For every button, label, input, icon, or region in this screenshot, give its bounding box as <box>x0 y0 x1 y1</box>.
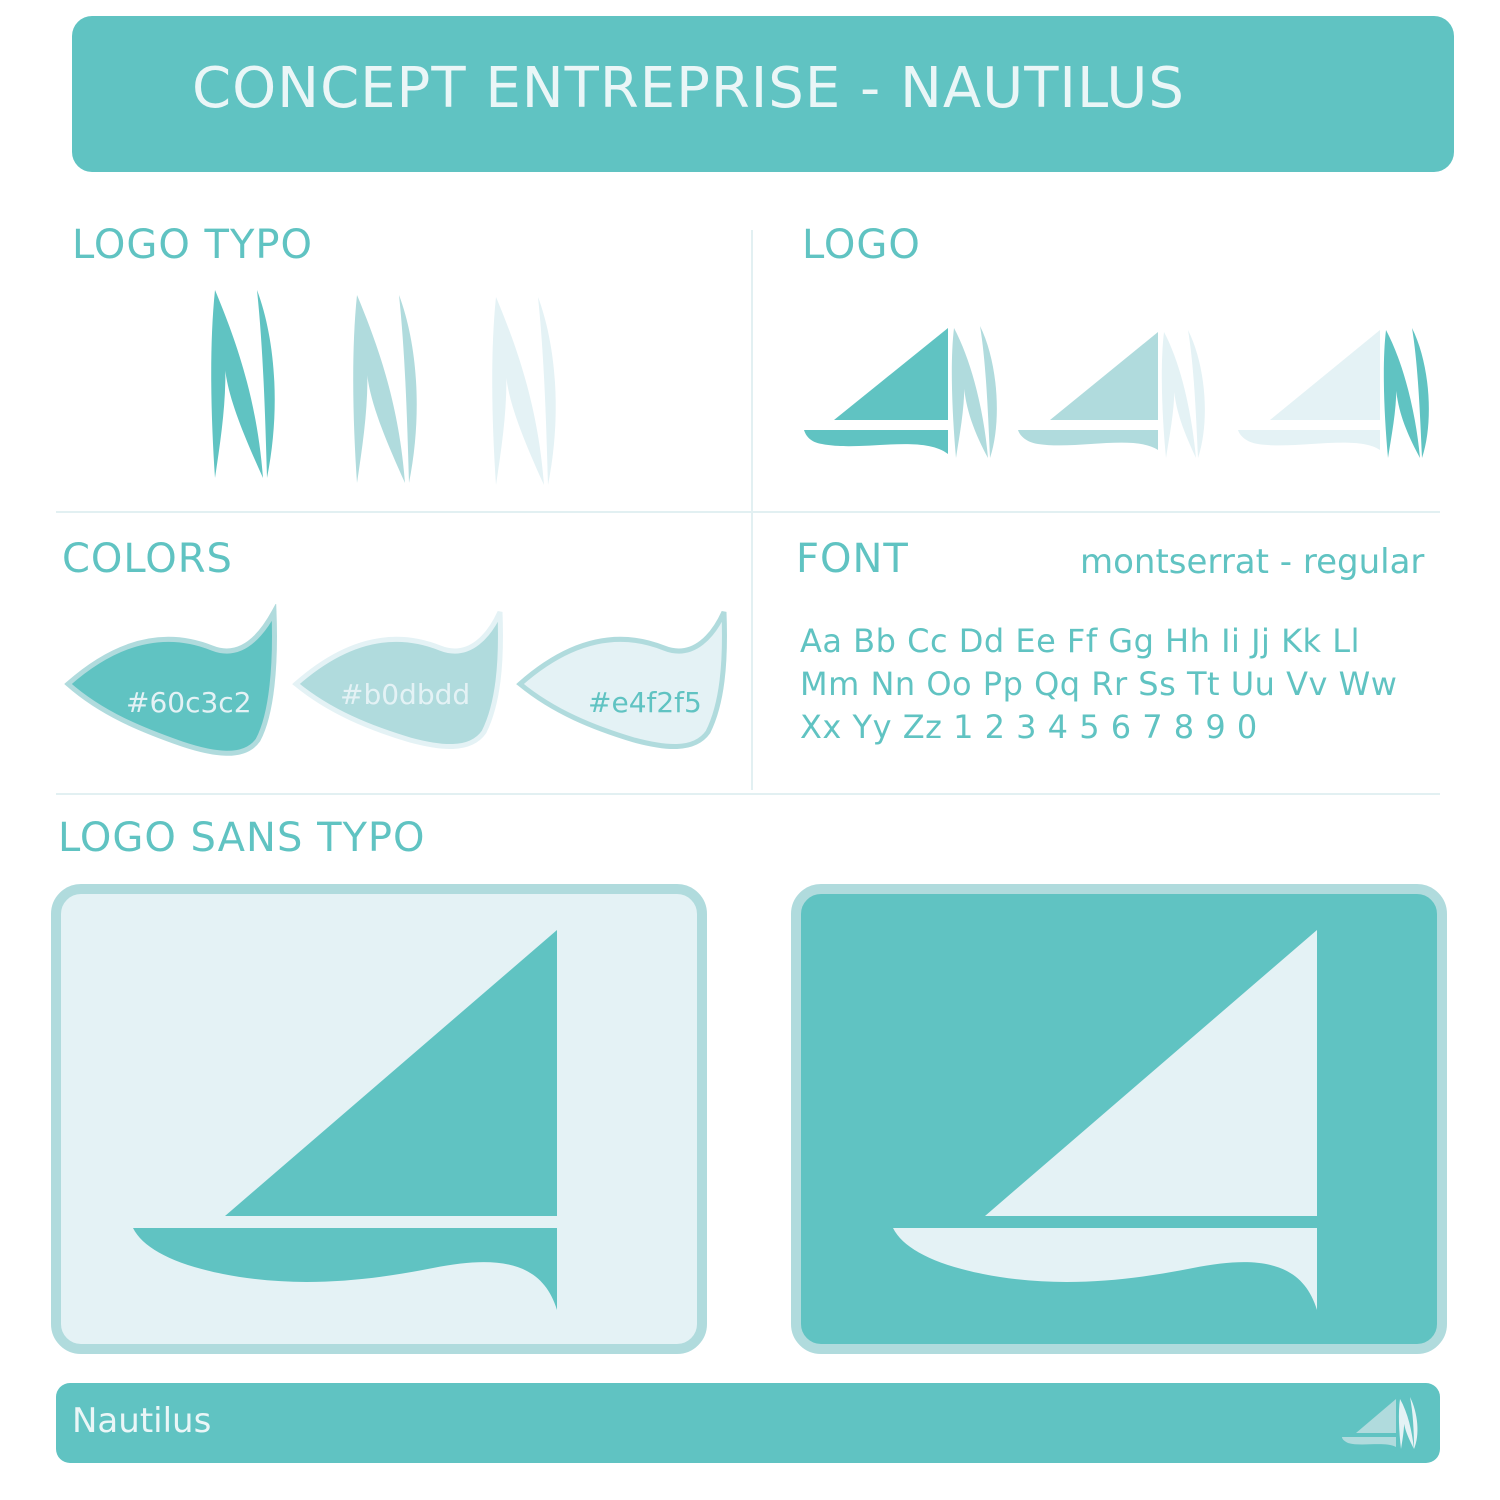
sailboat-logo-icon <box>804 326 997 458</box>
sailboat-logo-icon <box>1342 1397 1418 1449</box>
sailboat-logo-icon <box>1238 328 1429 458</box>
font-sample-line: Xx Yy Zz 1 2 3 4 5 6 7 8 9 0 <box>800 708 1258 746</box>
color-swatch-light <box>516 610 727 749</box>
font-sample-line: Aa Bb Cc Dd Ee Ff Gg Hh Ii Jj Kk Ll <box>800 622 1360 660</box>
sailboat-icon <box>893 930 1317 1310</box>
logo-card-light <box>51 884 707 1354</box>
vertical-divider <box>751 230 753 790</box>
section-title-logo-typo: LOGO TYPO <box>72 222 314 268</box>
color-swatch-primary <box>64 604 277 756</box>
color-swatch-label: #e4f2f5 <box>588 686 702 719</box>
section-title-logo-sans-typo: LOGO SANS TYPO <box>58 815 426 861</box>
footer-bar: Nautilus <box>56 1383 1440 1463</box>
section-title-colors: COLORS <box>62 536 233 582</box>
logo-letter-n-icon <box>492 297 556 485</box>
logo-letter-n-icon <box>353 295 417 483</box>
sailboat-icon <box>133 930 557 1310</box>
section-title-font: FONT <box>796 536 909 582</box>
color-swatch-label: #b0dbdd <box>340 678 471 711</box>
horizontal-divider-bottom <box>56 793 1440 795</box>
horizontal-divider-top <box>56 511 1440 513</box>
sailboat-logo-icon <box>1018 330 1205 458</box>
logo-card-dark <box>791 884 1447 1354</box>
page-title: CONCEPT ENTREPRISE - NAUTILUS <box>192 56 1185 121</box>
footer-brand: Nautilus <box>72 1401 212 1441</box>
color-swatch-label: #60c3c2 <box>126 686 252 719</box>
section-title-logo: LOGO <box>802 222 921 268</box>
logo-letter-n-icon <box>211 290 275 478</box>
header-banner: CONCEPT ENTREPRISE - NAUTILUS <box>72 16 1454 172</box>
font-name: montserrat - regular <box>1080 542 1425 582</box>
font-sample-line: Mm Nn Oo Pp Qq Rr Ss Tt Uu Vv Ww <box>800 665 1398 703</box>
